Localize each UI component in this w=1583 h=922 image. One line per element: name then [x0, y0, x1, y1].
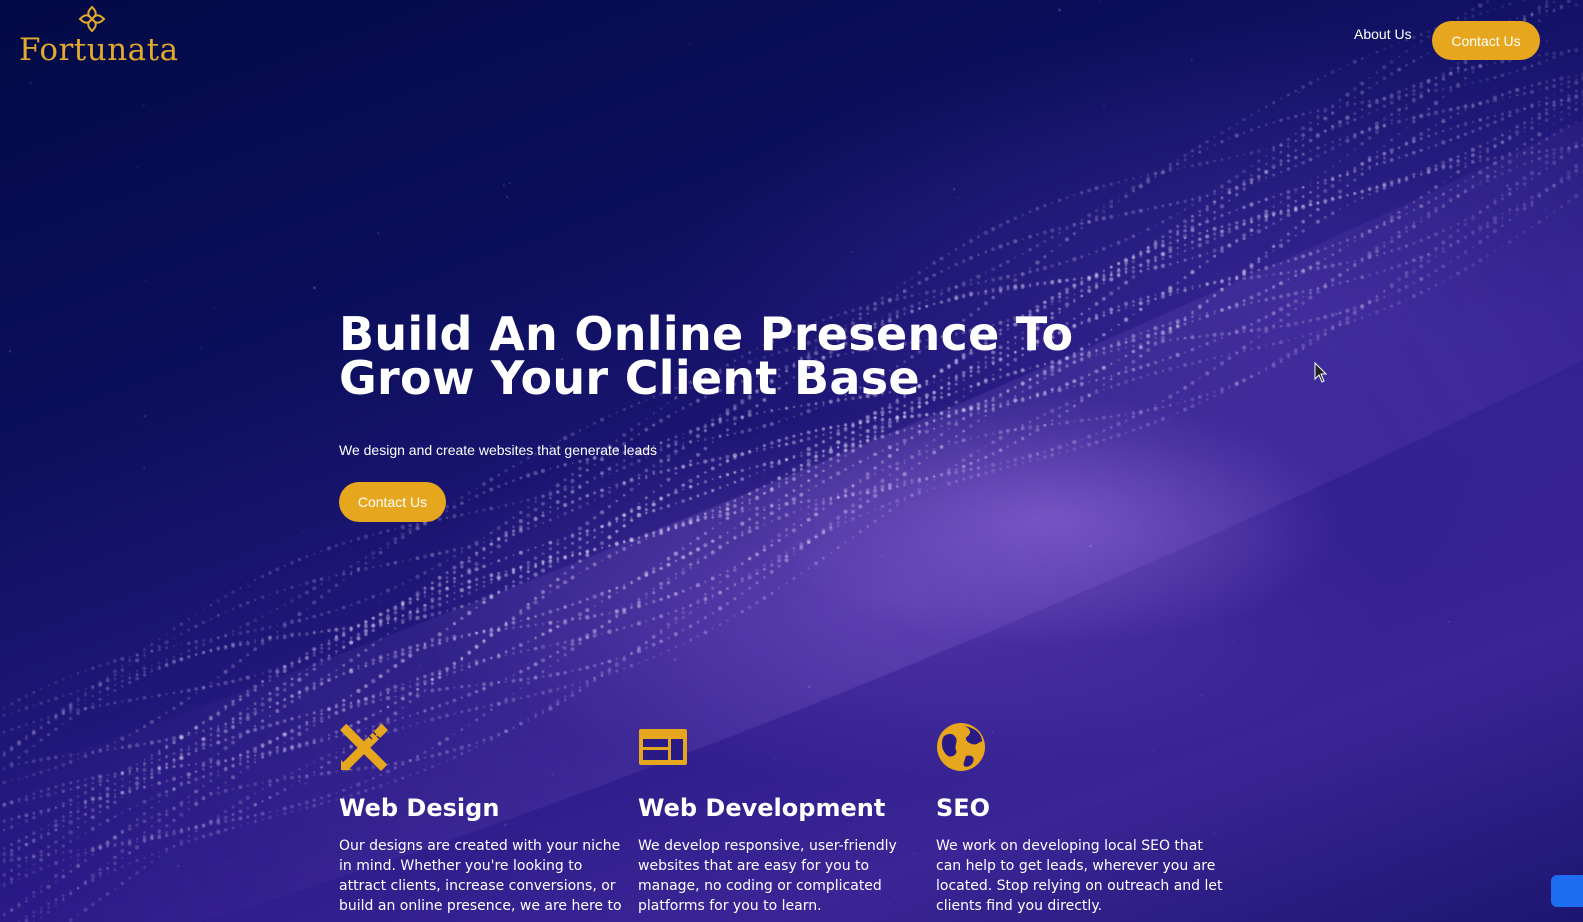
hero-headline-line-2: Grow Your Client Base: [339, 351, 920, 405]
feature-description: We work on developing local SEO that can…: [936, 838, 1223, 914]
feature-title: Web Design: [339, 794, 500, 822]
feature-web-development: Web Development We develop responsive, u…: [638, 722, 928, 916]
hero-contact-us-button[interactable]: Contact Us: [339, 482, 446, 522]
hero-subtitle: We design and create websites that gener…: [339, 442, 658, 458]
feature-description: Our designs are created with your niche …: [339, 838, 622, 914]
mouse-cursor-icon: [1314, 362, 1328, 383]
chat-widget-button[interactable]: [1551, 875, 1583, 907]
feature-seo: SEO We work on developing local SEO that…: [936, 722, 1226, 916]
feature-description: We develop responsive, user-friendly web…: [638, 838, 897, 914]
site-logo[interactable]: Fortunata: [19, 4, 178, 68]
pencil-ruler-icon: [340, 724, 388, 771]
logo-text: Fortunata: [19, 32, 179, 68]
hero-headline-line-1: Build An Online Presence To: [339, 307, 1074, 361]
feature-title: Web Development: [638, 794, 886, 822]
feature-web-design: Web Design Our designs are created with …: [339, 722, 629, 916]
clover-logo-icon: [78, 5, 106, 33]
hero-headline: Build An Online Presence To Grow Your Cl…: [339, 307, 1099, 405]
browser-window-icon: [639, 729, 687, 765]
feature-title: SEO: [936, 794, 991, 822]
globe-icon: [937, 723, 985, 771]
nav-about-us-link[interactable]: About Us: [1354, 26, 1412, 42]
nav-contact-us-button[interactable]: Contact Us: [1432, 21, 1540, 60]
